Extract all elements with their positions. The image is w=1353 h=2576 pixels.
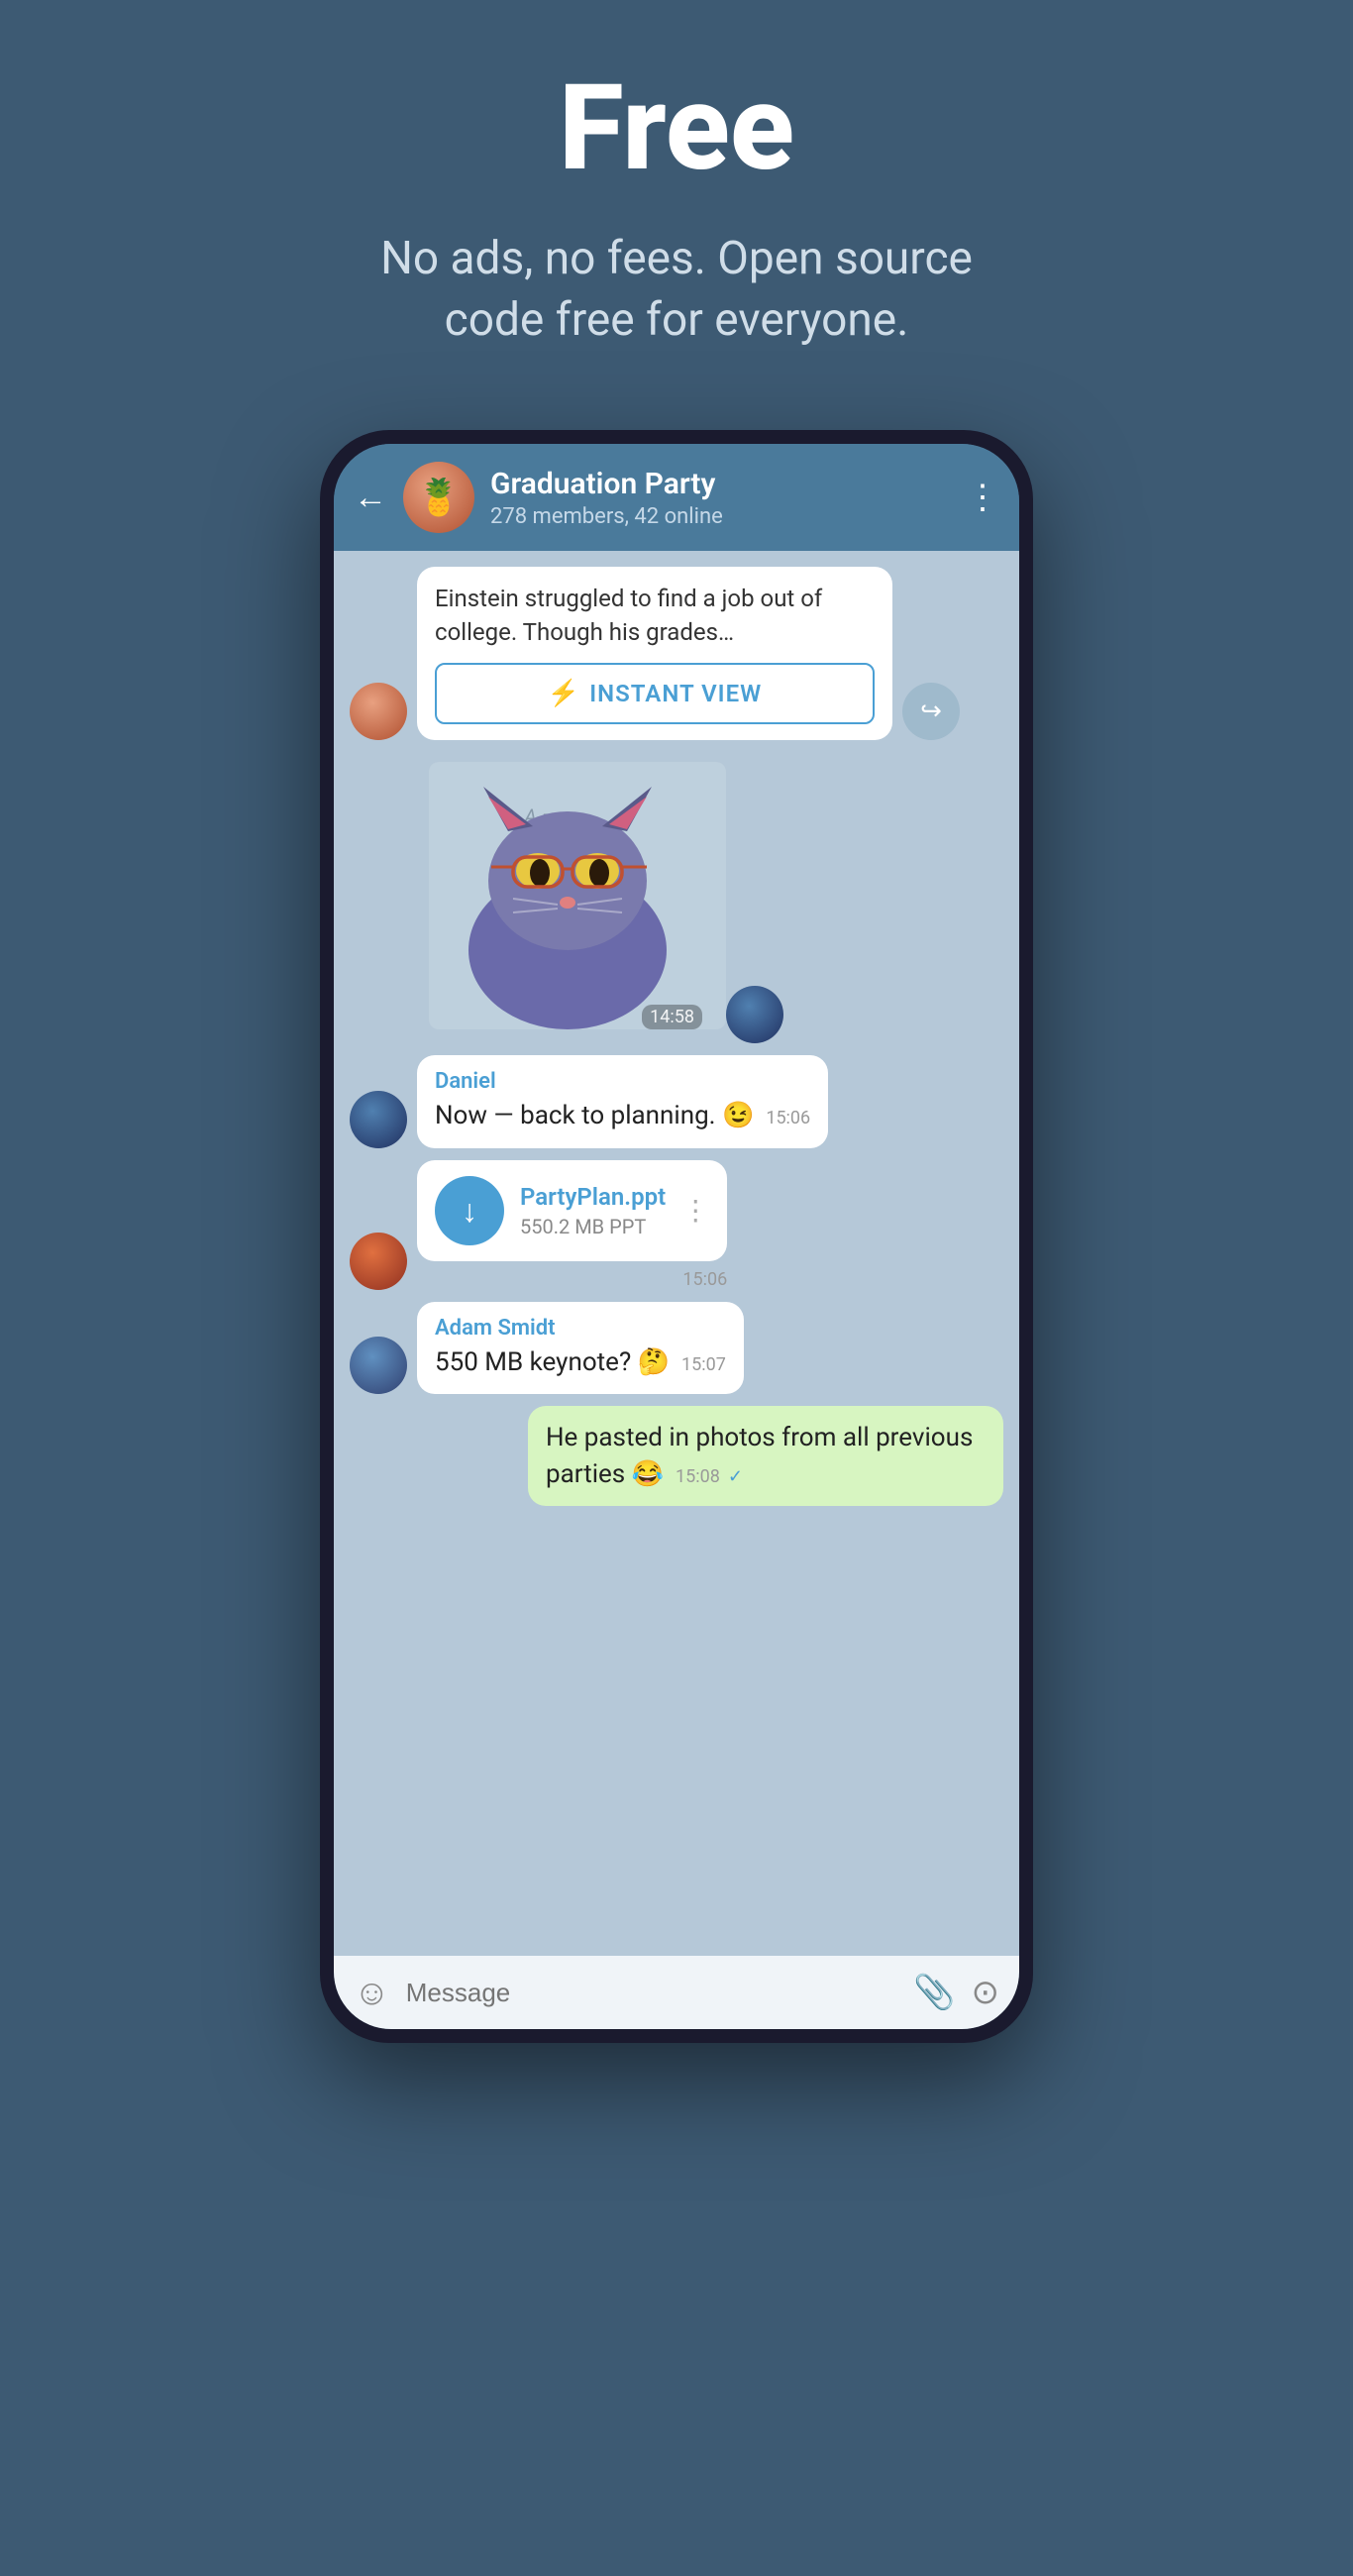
- sender-adam: Adam Smidt: [435, 1316, 726, 1341]
- message-content-self: He pasted in photos from all previous pa…: [546, 1423, 973, 1488]
- avatar-daniel: [350, 1091, 407, 1148]
- input-bar: ☺ 📎 ⊙: [334, 1956, 1019, 2029]
- download-button[interactable]: ↓: [435, 1176, 504, 1245]
- message-time-daniel: 15:06: [766, 1108, 810, 1128]
- message-row-daniel: Daniel Now — back to planning. 😉 15:06: [350, 1055, 1003, 1147]
- forward-button[interactable]: ↪: [902, 683, 960, 740]
- phone-outer: ← 🍍 Graduation Party 278 members, 42 onl…: [320, 430, 1033, 2043]
- camera-button[interactable]: ⊙: [972, 1973, 1000, 2012]
- chat-header: ← 🍍 Graduation Party 278 members, 42 onl…: [334, 444, 1019, 551]
- message-row-adam: Adam Smidt 550 MB keynote? 🤔 15:07: [350, 1302, 1003, 1394]
- file-size: 550.2 MB PPT: [520, 1215, 666, 1238]
- bubble-daniel: Daniel Now — back to planning. 😉 15:06: [417, 1055, 828, 1147]
- instant-view-button[interactable]: ⚡ INSTANT VIEW: [435, 663, 875, 724]
- sticker-row: A = V = l² P = 2π A = πr² s = √r² + h² A…: [350, 752, 1003, 1043]
- emoji-button[interactable]: ☺: [354, 1972, 390, 2013]
- page-title: Free: [559, 59, 794, 198]
- forward-icon: ↪: [920, 697, 942, 726]
- group-name: Graduation Party: [490, 467, 950, 501]
- avatar-male1: [726, 986, 783, 1043]
- sticker-time: 14:58: [642, 1005, 702, 1029]
- message-input[interactable]: [406, 1978, 897, 2008]
- group-info: Graduation Party 278 members, 42 online: [490, 467, 950, 529]
- group-meta: 278 members, 42 online: [490, 504, 950, 529]
- bubble-self: He pasted in photos from all previous pa…: [528, 1406, 1003, 1506]
- message-content-daniel: Now — back to planning. 😉: [435, 1101, 754, 1130]
- file-bubble-wrap: ↓ PartyPlan.ppt 550.2 MB PPT ⋮ 15:06: [417, 1160, 727, 1290]
- instant-view-card: Einstein struggled to find a job out of …: [417, 567, 892, 740]
- bubble-adam: Adam Smidt 550 MB keynote? 🤔 15:07: [417, 1302, 744, 1394]
- group-avatar: 🍍: [403, 462, 474, 533]
- file-name: PartyPlan.ppt: [520, 1183, 666, 1211]
- file-info: PartyPlan.ppt 550.2 MB PPT: [520, 1183, 666, 1238]
- avatar-file-sender: [350, 1233, 407, 1290]
- sticker-wrapper: A = V = l² P = 2π A = πr² s = √r² + h² A…: [419, 752, 716, 1043]
- file-time: 15:06: [417, 1269, 727, 1290]
- message-text-adam: 550 MB keynote? 🤔 15:07: [435, 1344, 726, 1380]
- message-text-daniel: Now — back to planning. 😉 15:06: [435, 1098, 810, 1133]
- message-content-adam: 550 MB keynote? 🤔: [435, 1347, 670, 1377]
- file-bubble: ↓ PartyPlan.ppt 550.2 MB PPT ⋮: [417, 1160, 727, 1261]
- message-row-file: ↓ PartyPlan.ppt 550.2 MB PPT ⋮ 15:06: [350, 1160, 1003, 1290]
- phone-inner: ← 🍍 Graduation Party 278 members, 42 onl…: [334, 444, 1019, 2029]
- message-time-adam: 15:07: [681, 1354, 726, 1375]
- cat-sticker-svg: [419, 752, 716, 1039]
- sender-daniel: Daniel: [435, 1069, 810, 1094]
- phone-mockup: ← 🍍 Graduation Party 278 members, 42 onl…: [320, 430, 1033, 2043]
- file-menu-button[interactable]: ⋮: [681, 1194, 709, 1227]
- lightning-icon: ⚡: [548, 679, 579, 708]
- avatar-male1-wrapper: [716, 752, 783, 1043]
- attach-button[interactable]: 📎: [913, 1973, 955, 2012]
- iv-article-text: Einstein struggled to find a job out of …: [435, 583, 875, 649]
- chat-body: Einstein struggled to find a job out of …: [334, 551, 1019, 1956]
- message-row-self: He pasted in photos from all previous pa…: [350, 1406, 1003, 1506]
- message-text-self: He pasted in photos from all previous pa…: [546, 1420, 986, 1492]
- iv-button-label: INSTANT VIEW: [589, 680, 762, 707]
- more-button[interactable]: ⋮: [966, 478, 999, 517]
- avatar-female: [350, 683, 407, 740]
- avatar-adam: [350, 1337, 407, 1394]
- group-avatar-emoji: 🍍: [417, 477, 462, 518]
- instant-view-row: Einstein struggled to find a job out of …: [350, 567, 1003, 740]
- message-tick: ✓: [728, 1466, 743, 1487]
- back-button[interactable]: ←: [354, 478, 387, 517]
- page-subtitle: No ads, no fees. Open source code free f…: [330, 228, 1023, 351]
- message-time-self: 15:08: [676, 1466, 720, 1487]
